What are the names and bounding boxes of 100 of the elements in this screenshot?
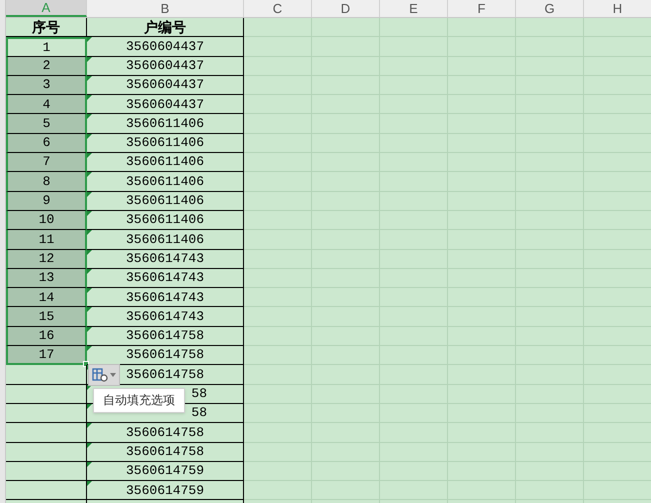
empty-cell <box>312 404 380 424</box>
empty-cell <box>244 307 312 327</box>
empty-cell <box>516 268 584 288</box>
table-cell: 9 <box>6 192 87 211</box>
table-cell: 3560614743 <box>87 307 244 327</box>
empty-cell <box>312 56 380 76</box>
empty-cell <box>448 346 516 366</box>
empty-cell <box>244 134 312 154</box>
empty-cell <box>244 384 312 404</box>
table-cell: 3560614758 <box>87 442 244 462</box>
empty-cell <box>380 18 448 38</box>
empty-cell <box>448 250 516 269</box>
empty-cell <box>312 307 380 327</box>
empty-cell <box>244 210 312 230</box>
tooltip: 自动填充选项 <box>93 388 185 413</box>
table-cell: 16 <box>6 326 87 346</box>
column-header[interactable]: G <box>516 0 584 17</box>
empty-cell <box>244 365 312 385</box>
empty-cell <box>516 230 584 250</box>
table-cell: 15 <box>6 307 87 327</box>
empty-cell <box>380 192 448 211</box>
empty-cell <box>312 268 380 288</box>
table-cell: 4 <box>6 95 87 114</box>
empty-cell <box>244 250 312 269</box>
empty-cell <box>380 268 448 288</box>
table-cell: 14 <box>6 288 87 308</box>
empty-cell <box>380 134 448 154</box>
empty-cell <box>516 326 584 346</box>
table-cell: 3560614759 <box>87 481 244 500</box>
empty-cell <box>244 56 312 76</box>
empty-cell <box>244 192 312 211</box>
empty-cell <box>244 230 312 250</box>
empty-cell <box>380 56 448 76</box>
table-cell: 3560614759 <box>87 462 244 482</box>
empty-cell <box>244 172 312 192</box>
empty-cell <box>516 481 584 500</box>
empty-cell <box>448 307 516 327</box>
empty-cell <box>380 76 448 96</box>
empty-cell <box>516 114 584 134</box>
empty-cell <box>448 76 516 96</box>
empty-cell <box>244 153 312 172</box>
column-header[interactable]: E <box>380 0 448 17</box>
error-indicator-icon <box>87 423 92 428</box>
caret-icon <box>110 373 116 378</box>
table-cell: 3560611406 <box>87 134 244 154</box>
empty-cell <box>448 462 516 482</box>
empty-cell <box>448 134 516 154</box>
empty-cell <box>516 172 584 192</box>
empty-cell <box>448 230 516 250</box>
empty-cell <box>380 230 448 250</box>
empty-cell <box>312 365 380 385</box>
empty-cell <box>380 462 448 482</box>
empty-cell <box>516 365 584 385</box>
table-cell: 3560604437 <box>87 56 244 76</box>
empty-cell <box>312 288 380 308</box>
table-cell: 12 <box>6 250 87 269</box>
empty-cell <box>312 462 380 482</box>
empty-cell <box>312 384 380 404</box>
column-header[interactable]: H <box>584 0 651 17</box>
table-cell: 7 <box>6 153 87 172</box>
empty-cell <box>380 307 448 327</box>
empty-cell <box>516 384 584 404</box>
autofill-options-button[interactable] <box>88 364 120 386</box>
empty-cell <box>448 288 516 308</box>
error-indicator-icon <box>87 481 92 486</box>
empty-cell <box>312 250 380 269</box>
empty-cell <box>516 18 584 38</box>
empty-cell <box>516 442 584 462</box>
empty-cell <box>448 18 516 38</box>
empty-cell <box>380 346 448 366</box>
column-header[interactable]: B <box>87 0 244 17</box>
empty-cell <box>244 37 312 57</box>
empty-cell <box>516 462 584 482</box>
table-cell: 3560611406 <box>87 172 244 192</box>
empty-cell <box>380 37 448 57</box>
table-cell: 5 <box>6 114 87 134</box>
empty-cell <box>244 18 312 38</box>
column-header[interactable]: D <box>312 0 380 17</box>
table-cell: 10 <box>6 210 87 230</box>
empty-cell <box>312 153 380 172</box>
empty-cell <box>448 481 516 500</box>
column-header[interactable]: C <box>244 0 312 17</box>
empty-cell <box>244 95 312 114</box>
empty-cell <box>380 114 448 134</box>
table-cell: 3560614743 <box>87 250 244 269</box>
empty-cell <box>380 423 448 443</box>
empty-cell <box>516 288 584 308</box>
empty-cell <box>312 210 380 230</box>
empty-cell <box>516 346 584 366</box>
empty-cell <box>244 76 312 96</box>
empty-cell <box>380 481 448 500</box>
empty-cell <box>448 384 516 404</box>
empty-cell <box>516 153 584 172</box>
empty-cell <box>380 210 448 230</box>
column-header[interactable]: F <box>448 0 516 17</box>
empty-cell <box>516 95 584 114</box>
empty-cell <box>312 37 380 57</box>
table-cell: 3560604437 <box>87 95 244 114</box>
empty-cell <box>380 384 448 404</box>
empty-cell <box>516 76 584 96</box>
